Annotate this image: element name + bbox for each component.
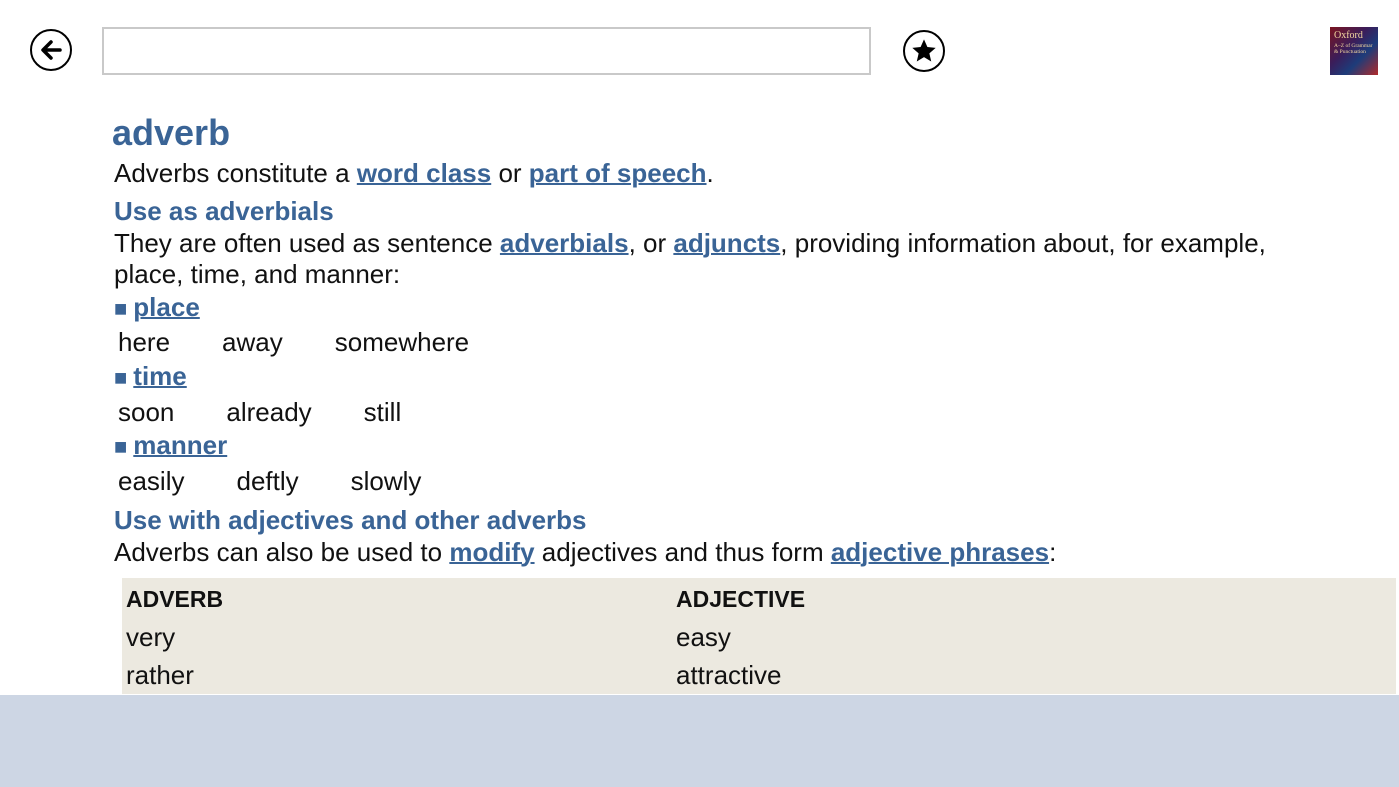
example-word: still	[363, 397, 402, 427]
table-cell: very	[126, 622, 176, 652]
link-adverbials[interactable]: adverbials	[500, 228, 629, 258]
link-adjective-phrases[interactable]: adjective phrases	[831, 537, 1049, 567]
table-header-adjective: ADJECTIVE	[676, 586, 806, 612]
examples-manner: easily deftly slowly	[118, 466, 473, 497]
search-box[interactable]	[102, 27, 871, 75]
adverbials-paragraph-line1: They are often used as sentence adverbia…	[114, 228, 1266, 259]
modify-text-2: adjectives and thus form	[534, 537, 831, 567]
table-cell: attractive	[676, 660, 782, 690]
examples-table: ADVERB ADJECTIVE very easy rather attrac…	[122, 578, 1396, 694]
example-word: away	[222, 327, 283, 357]
example-word: soon	[118, 397, 175, 427]
example-word: somewhere	[334, 327, 470, 357]
link-time[interactable]: time	[133, 361, 186, 391]
modify-text-1: Adverbs can also be used to	[114, 537, 450, 567]
table-cell: rather	[126, 660, 194, 690]
link-manner[interactable]: manner	[133, 430, 227, 460]
link-modify[interactable]: modify	[449, 537, 534, 567]
star-icon	[912, 39, 936, 62]
examples-time: soon already still	[118, 397, 453, 428]
example-word: already	[226, 397, 312, 427]
example-word: here	[118, 327, 171, 357]
bottom-app-bar	[0, 695, 1399, 787]
modify-text-3: :	[1049, 537, 1057, 567]
intro-paragraph: Adverbs constitute a word class or part …	[114, 158, 714, 189]
modify-paragraph: Adverbs can also be used to modify adjec…	[114, 537, 1056, 568]
example-word: slowly	[350, 466, 422, 496]
example-word: easily	[118, 466, 185, 496]
headword-title: adverb	[112, 112, 231, 153]
table-header-adverb: ADVERB	[126, 586, 224, 612]
search-input[interactable]	[104, 29, 869, 73]
back-button[interactable]	[30, 29, 72, 71]
top-toolbar: Oxford A–Z of Grammar & Punctuation	[0, 0, 1399, 100]
bullet-icon: ■	[114, 365, 128, 390]
examples-place: here away somewhere	[118, 327, 521, 358]
bullet-icon: ■	[114, 296, 128, 321]
book-cover-title: Oxford	[1334, 30, 1363, 41]
adverbials-text-1: They are often used as sentence	[114, 228, 500, 258]
bullet-icon: ■	[114, 434, 128, 459]
intro-text-3: .	[706, 158, 714, 188]
adverbials-text-3: , providing information about, for examp…	[780, 228, 1266, 258]
book-cover-subtitle: A–Z of Grammar & Punctuation	[1334, 43, 1373, 55]
intro-text-2: or	[491, 158, 529, 188]
back-arrow-icon	[41, 40, 62, 60]
category-place: ■ place	[114, 292, 200, 323]
adverbials-paragraph-line2: place, time, and manner:	[114, 259, 401, 289]
section-heading-adverbials: Use as adverbials	[114, 196, 334, 226]
link-place[interactable]: place	[133, 292, 200, 322]
intro-text-1: Adverbs constitute a	[114, 158, 357, 188]
category-manner: ■ manner	[114, 430, 227, 461]
book-cover-image[interactable]: Oxford A–Z of Grammar & Punctuation	[1330, 27, 1378, 75]
table-cell: easy	[676, 622, 731, 652]
example-word: deftly	[236, 466, 299, 496]
link-adjuncts[interactable]: adjuncts	[673, 228, 780, 258]
link-word-class[interactable]: word class	[357, 158, 491, 188]
adverbials-text-2: , or	[628, 228, 674, 258]
section-heading-adjectives: Use with adjectives and other adverbs	[114, 505, 587, 535]
link-part-of-speech[interactable]: part of speech	[529, 158, 707, 188]
category-time: ■ time	[114, 361, 187, 392]
favorite-button[interactable]	[903, 30, 945, 72]
